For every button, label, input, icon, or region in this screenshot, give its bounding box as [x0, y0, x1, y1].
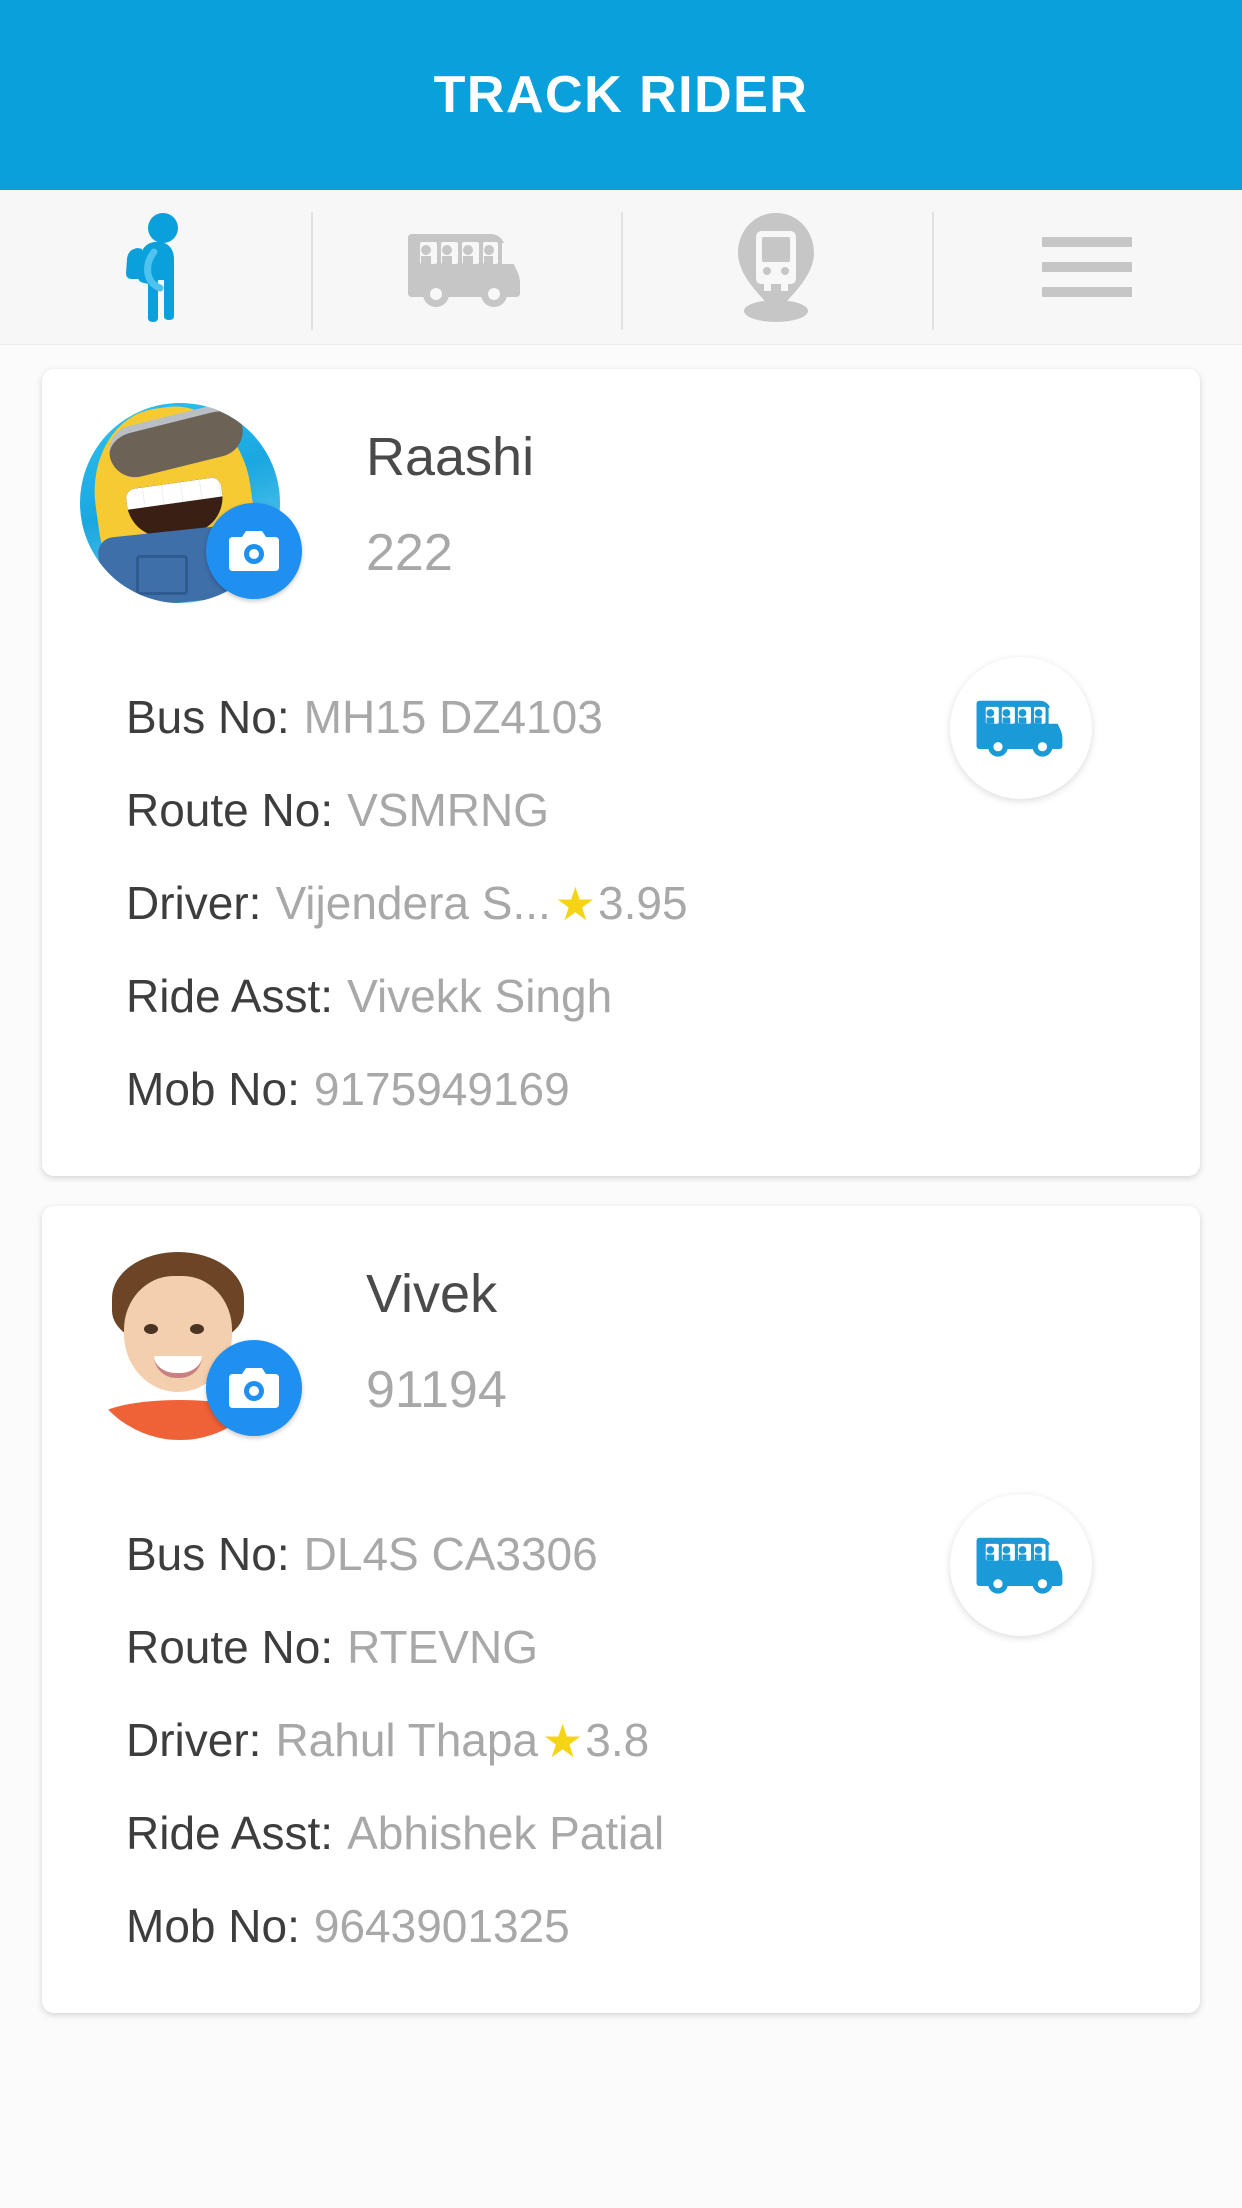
hamburger-menu-icon: [1041, 235, 1132, 299]
detail-row: Mob No: 9643901325: [126, 1880, 1200, 1973]
route-no-value: RTEVNG: [347, 1621, 538, 1673]
rider-name: Vivek: [366, 1264, 498, 1324]
driver-rating: 3.95: [598, 877, 688, 929]
rider-id: 91194: [366, 1360, 507, 1419]
ride-asst-value: Abhishek Patial: [347, 1807, 665, 1859]
detail-row: Driver: Rahul Thapa ★ 3.8: [126, 1694, 1200, 1787]
driver-value: Rahul Thapa: [275, 1714, 539, 1766]
rider-card[interactable]: Vivek 91194 Bus No: DL4S CA3306 Route No…: [42, 1206, 1200, 2013]
star-icon: ★: [542, 1714, 584, 1767]
route-no-value: VSMRNG: [347, 784, 550, 836]
avatar[interactable]: [80, 1240, 302, 1440]
track-bus-button[interactable]: [950, 657, 1092, 799]
camera-icon[interactable]: [206, 1340, 302, 1436]
bus-no-value: DL4S CA3306: [303, 1528, 598, 1580]
rider-list[interactable]: Raashi 222 Bus No: MH15 DZ4103 Route No:…: [0, 345, 1242, 2208]
driver-rating: 3.8: [585, 1714, 650, 1766]
app-root: TRACK RIDER Raashi 222 Bus No: MH15 DZ41…: [0, 0, 1242, 2208]
rider-identity: Raashi 222: [280, 403, 534, 584]
mob-no-value: 9643901325: [313, 1900, 570, 1952]
school-bus-icon: [975, 694, 1067, 763]
detail-row: Ride Asst: Vivekk Singh: [126, 950, 1200, 1043]
bus-no-value: MH15 DZ4103: [303, 691, 603, 743]
bus-location-pin-icon: [724, 211, 828, 323]
detail-row: Mob No: 9175949169: [126, 1043, 1200, 1136]
driver-label: Driver:: [126, 877, 262, 929]
ride-asst-label: Ride Asst:: [126, 1807, 334, 1859]
rider-identity: Vivek 91194: [280, 1240, 507, 1421]
rider-header: Vivek 91194: [42, 1230, 1200, 1482]
school-bus-icon: [975, 1531, 1067, 1600]
star-icon: ★: [554, 877, 597, 930]
detail-row: Ride Asst: Abhishek Patial: [126, 1787, 1200, 1880]
bus-no-label: Bus No:: [126, 691, 290, 743]
school-bus-icon: [406, 226, 526, 308]
bus-no-label: Bus No:: [126, 1528, 290, 1580]
rider-header: Raashi 222: [42, 393, 1200, 645]
mob-no-label: Mob No:: [126, 1063, 300, 1115]
detail-row: Driver: Vijendera S... ★ 3.95: [126, 857, 1200, 950]
student-rider-icon: [116, 212, 194, 322]
rider-details: Bus No: MH15 DZ4103 Route No: VSMRNG Dri…: [42, 645, 1200, 1136]
route-no-label: Route No:: [126, 784, 334, 836]
ride-asst-label: Ride Asst:: [126, 970, 334, 1022]
track-bus-button[interactable]: [950, 1494, 1092, 1636]
ride-asst-value: Vivekk Singh: [347, 970, 613, 1022]
tab-rider[interactable]: [0, 190, 311, 344]
rider-name: Raashi: [366, 427, 535, 487]
rider-details: Bus No: DL4S CA3306 Route No: RTEVNG Dri…: [42, 1482, 1200, 1973]
page-title: TRACK RIDER: [433, 66, 809, 124]
rider-card[interactable]: Raashi 222 Bus No: MH15 DZ4103 Route No:…: [42, 369, 1200, 1176]
camera-icon[interactable]: [206, 503, 302, 599]
tab-menu[interactable]: [931, 190, 1242, 344]
driver-value: Vijendera S...: [275, 877, 551, 929]
rider-id: 222: [366, 523, 453, 582]
route-no-label: Route No:: [126, 1621, 334, 1673]
avatar[interactable]: [80, 403, 302, 603]
tab-bar: [0, 190, 1242, 345]
tab-bus[interactable]: [310, 190, 622, 344]
app-header: TRACK RIDER: [0, 0, 1242, 190]
mob-no-label: Mob No:: [126, 1900, 300, 1952]
mob-no-value: 9175949169: [313, 1063, 570, 1115]
tab-track[interactable]: [621, 190, 932, 344]
driver-label: Driver:: [126, 1714, 262, 1766]
